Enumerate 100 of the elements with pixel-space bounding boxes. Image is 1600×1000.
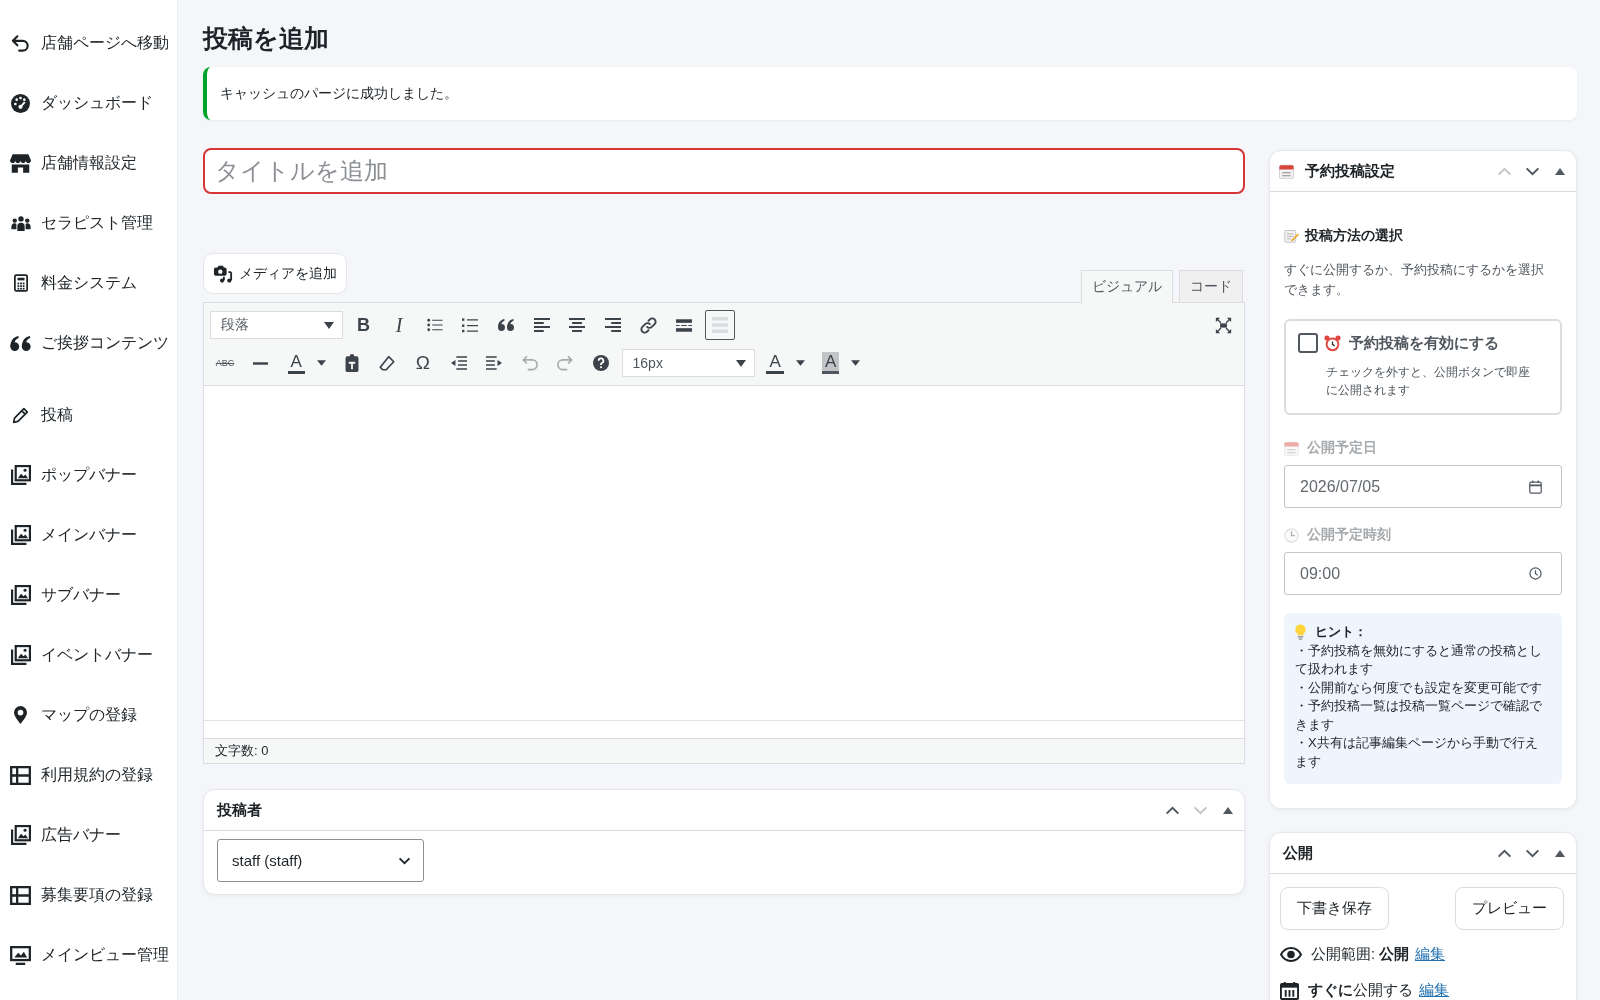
- layout-icon: [10, 885, 31, 905]
- sidebar-item[interactable]: メインバナー: [0, 505, 177, 565]
- indent-icon: [486, 356, 503, 370]
- undo-icon: [521, 355, 538, 371]
- calendar-icon: [1280, 980, 1299, 1000]
- calendar-icon: [1279, 163, 1294, 179]
- outdent-icon: [450, 356, 467, 370]
- publish-time-text: すぐに公開する: [1308, 980, 1413, 1000]
- sidebar-item[interactable]: イベントバナー: [0, 625, 177, 685]
- images-icon: [10, 525, 31, 545]
- background-color-button[interactable]: A: [815, 348, 846, 378]
- preview-button[interactable]: プレビュー: [1455, 887, 1564, 930]
- calendar-icon: [1284, 440, 1299, 456]
- hint-line: ・X共有は記事編集ページから手動で行えます: [1295, 734, 1539, 771]
- eraser-icon: [379, 355, 396, 371]
- clipboard-icon: [344, 354, 359, 372]
- memo-icon: [1284, 227, 1299, 243]
- edit-link[interactable]: 編集: [1415, 944, 1446, 964]
- word-count: 文字数: 0: [215, 742, 269, 760]
- add-media-button[interactable]: メディアを追加: [203, 253, 347, 294]
- italic-button[interactable]: I: [384, 310, 415, 340]
- sidebar-item[interactable]: 店舗ページへ移動: [0, 13, 177, 73]
- fullscreen-icon: [1214, 316, 1232, 334]
- text-color-button[interactable]: A: [760, 348, 791, 378]
- chevron-down-icon: [1524, 166, 1540, 176]
- quote-icon: [10, 335, 31, 351]
- gauge-icon: [11, 93, 30, 113]
- bulleted-list-icon: [426, 318, 443, 332]
- text-color-button[interactable]: A: [281, 348, 312, 378]
- field-label: 公開予定時刻: [1307, 526, 1391, 544]
- sidebar-item[interactable]: サブバナー: [0, 565, 177, 625]
- field-label: 公開予定日: [1307, 439, 1377, 457]
- section-title: 投稿方法の選択: [1305, 226, 1403, 245]
- page-title: 投稿を追加: [203, 23, 330, 54]
- author-select[interactable]: staff (staff): [217, 839, 424, 882]
- panel-title: 公開: [1283, 843, 1313, 863]
- panel-title: 予約投稿設定: [1305, 161, 1395, 181]
- back-arrow-icon: [11, 34, 30, 52]
- hint-title: ヒント：: [1315, 623, 1367, 641]
- format-select[interactable]: 段落: [210, 311, 343, 339]
- chevron-up-icon: [1496, 166, 1512, 176]
- chevron-down-icon: [1192, 805, 1208, 815]
- images-icon: [10, 585, 31, 605]
- caret-down-icon: [795, 360, 805, 366]
- redo-icon: [557, 355, 574, 371]
- sidebar-item[interactable]: 利用規約の登録: [0, 745, 177, 805]
- calendar-icon: [1529, 479, 1542, 494]
- layout-icon: [10, 765, 31, 785]
- strikethrough-button[interactable]: ABC: [210, 348, 240, 378]
- calculator-icon: [13, 274, 28, 292]
- sidebar-item[interactable]: セラピスト管理: [0, 193, 177, 253]
- monitor-chart-icon: [10, 945, 31, 965]
- editor-tab[interactable]: ビジュアル: [1081, 270, 1173, 303]
- sidebar-item[interactable]: ポップバナー: [0, 445, 177, 505]
- option-note: チェックを外すと、公開ボタンで即座に公開されます: [1325, 364, 1531, 399]
- bold-button[interactable]: B: [348, 310, 379, 340]
- sidebar-item[interactable]: ダッシュボード: [0, 73, 177, 133]
- clock-icon: [1529, 567, 1542, 580]
- notice-text: キャッシュのパージに成功しました。: [220, 84, 458, 103]
- sidebar-item[interactable]: 店舗情報設定: [0, 133, 177, 193]
- eye-icon: [1280, 946, 1302, 962]
- font-size-select[interactable]: 16px: [621, 349, 755, 377]
- hint-line: ・予約投稿一覧は投稿一覧ページで確認できます: [1295, 697, 1543, 734]
- editor-tab[interactable]: コード: [1179, 270, 1243, 302]
- quote-icon: [497, 319, 514, 331]
- title-input[interactable]: タイトルを追加: [203, 148, 1245, 194]
- align-center-icon: [569, 318, 586, 332]
- description-text: すぐに公開するか、予約投稿にするかを選択できます。: [1284, 261, 1545, 299]
- help-icon: [592, 355, 609, 371]
- sidebar-item[interactable]: マップの登録: [0, 685, 177, 745]
- sidebar-item[interactable]: 募集要項の登録: [0, 865, 177, 925]
- people-icon: [10, 215, 31, 231]
- hint-line: ・公開前なら何度でも設定を変更可能です: [1295, 678, 1543, 697]
- triangle-up-icon: [1555, 849, 1565, 857]
- link-icon: [639, 316, 657, 334]
- sidebar-item[interactable]: 投稿: [0, 385, 177, 445]
- clock-icon: [1284, 527, 1299, 543]
- sidebar-item[interactable]: 料金システム: [0, 253, 177, 313]
- triangle-down-icon: [735, 359, 746, 367]
- save-draft-button[interactable]: 下書き保存: [1280, 887, 1389, 930]
- hint-line: ・予約投稿を無効にすると通常の投稿として扱われます: [1295, 641, 1543, 678]
- light-bulb-icon: [1295, 624, 1306, 641]
- triangle-up-icon: [1223, 806, 1233, 814]
- sidebar-item[interactable]: メインビュー管理: [0, 925, 177, 985]
- visibility-text: 公開範囲: 公開: [1311, 944, 1410, 964]
- toolbar-rows-icon: [710, 317, 729, 333]
- sidebar-item[interactable]: 広告バナー: [0, 805, 177, 865]
- special-character-button[interactable]: Ω: [407, 348, 438, 378]
- toolbar-toggle-button[interactable]: [704, 310, 735, 340]
- edit-link[interactable]: 編集: [1419, 980, 1449, 1000]
- alarm-clock-icon: [1324, 334, 1341, 352]
- checkbox[interactable]: [1298, 333, 1318, 353]
- align-right-icon: [604, 318, 621, 332]
- images-icon: [10, 465, 31, 485]
- chevron-down-icon: [398, 856, 411, 865]
- images-icon: [10, 645, 31, 665]
- numbered-list-icon: [462, 317, 479, 333]
- chevron-up-icon: [1496, 848, 1512, 858]
- chevron-down-icon: [1524, 848, 1540, 858]
- sidebar-item[interactable]: ご挨拶コンテンツ: [0, 313, 177, 373]
